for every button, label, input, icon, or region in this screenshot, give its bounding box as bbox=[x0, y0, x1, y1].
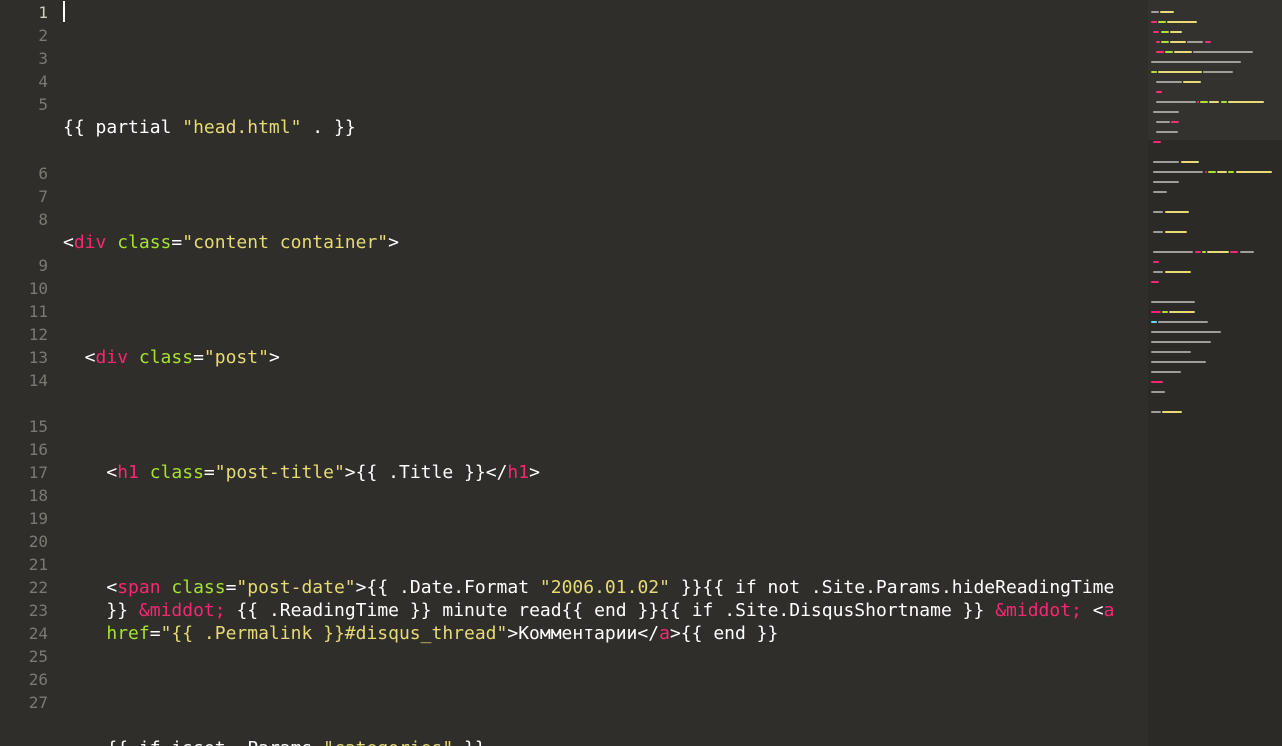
line-number: 23 bbox=[0, 599, 48, 622]
line-number: 16 bbox=[0, 438, 48, 461]
line-number: 1 bbox=[0, 1, 48, 24]
line-number: 6 bbox=[0, 162, 48, 185]
code-area[interactable]: {{ partial "head.html" . }} <div class="… bbox=[60, 0, 1148, 746]
line-number: 15 bbox=[0, 415, 48, 438]
line-number: 17 bbox=[0, 461, 48, 484]
code-line[interactable]: {{ partial "head.html" . }} bbox=[63, 116, 1148, 139]
code-line[interactable]: <div class="post"> bbox=[63, 346, 1148, 369]
line-number: 22 bbox=[0, 576, 48, 599]
code-line[interactable]: <h1 class="post-title">{{ .Title }}</h1> bbox=[63, 461, 1148, 484]
line-number: 5 bbox=[0, 93, 48, 162]
line-number: 25 bbox=[0, 645, 48, 668]
code-line[interactable]: <div class="content container"> bbox=[63, 231, 1148, 254]
line-number: 2 bbox=[0, 24, 48, 47]
line-number: 27 bbox=[0, 691, 48, 714]
line-number: 11 bbox=[0, 300, 48, 323]
minimap-viewport[interactable] bbox=[1148, 0, 1282, 140]
line-number: 21 bbox=[0, 553, 48, 576]
minimap[interactable] bbox=[1148, 0, 1282, 746]
code-editor: 1 2 3 4 5 6 7 8 9 10 11 12 13 14 15 16 1… bbox=[0, 0, 1282, 746]
line-number: 9 bbox=[0, 254, 48, 277]
line-number: 20 bbox=[0, 530, 48, 553]
line-number: 10 bbox=[0, 277, 48, 300]
line-number-gutter: 1 2 3 4 5 6 7 8 9 10 11 12 13 14 15 16 1… bbox=[0, 0, 60, 746]
text-cursor bbox=[63, 1, 65, 22]
line-number: 12 bbox=[0, 323, 48, 346]
line-number: 8 bbox=[0, 208, 48, 254]
line-number: 3 bbox=[0, 47, 48, 70]
line-number: 19 bbox=[0, 507, 48, 530]
line-number: 13 bbox=[0, 346, 48, 369]
line-number: 26 bbox=[0, 668, 48, 691]
code-line[interactable]: {{ if isset .Params "categories" }} bbox=[63, 737, 1148, 746]
code-line[interactable]: <span class="post-date">{{ .Date.Format … bbox=[63, 576, 1148, 645]
line-number: 24 bbox=[0, 622, 48, 645]
line-number: 7 bbox=[0, 185, 48, 208]
line-number: 18 bbox=[0, 484, 48, 507]
line-number: 14 bbox=[0, 369, 48, 415]
line-number: 4 bbox=[0, 70, 48, 93]
